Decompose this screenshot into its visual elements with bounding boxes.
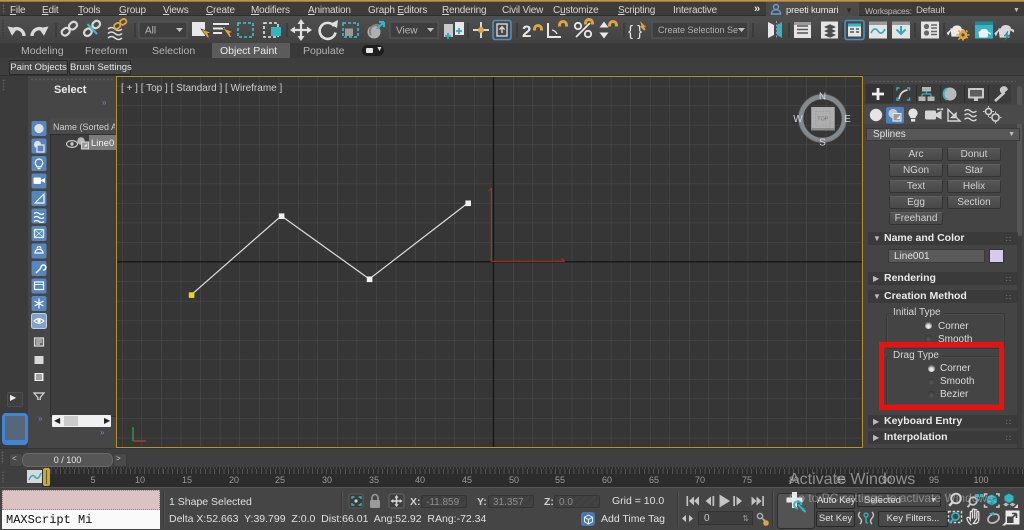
svg-text:{ }: { } (628, 23, 642, 40)
svg-text:Create Selection Se: Create Selection Se (658, 25, 738, 35)
svg-text:W: W (793, 114, 803, 125)
svg-text:All: All (145, 26, 156, 37)
svg-text:View: View (396, 26, 418, 37)
svg-text:[ + ] [ Top ] [ Standard ] [ W: [ + ] [ Top ] [ Standard ] [ Wireframe ] (121, 83, 282, 94)
svg-text:S: S (819, 138, 826, 149)
svg-text:2: 2 (522, 22, 531, 41)
svg-text:N: N (819, 92, 826, 103)
svg-text:E: E (844, 114, 851, 125)
svg-text:TOP: TOP (817, 117, 829, 123)
